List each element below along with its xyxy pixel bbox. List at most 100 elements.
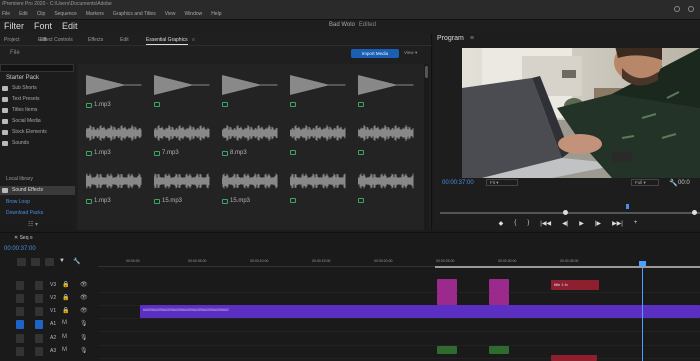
go-to-out-icon[interactable]: ▶▶| — [612, 220, 623, 227]
timeline-timecode[interactable]: 00:00:37:00 — [4, 246, 36, 252]
menu-sequence[interactable]: Sequence — [54, 11, 77, 17]
snap-icon[interactable] — [31, 258, 40, 266]
tab-effect-controls[interactable]: Effect Controls — [40, 37, 73, 43]
eye-icon[interactable]: 👁 — [80, 307, 88, 314]
wrench-icon[interactable]: 🔧 — [669, 179, 678, 187]
timeline-playhead[interactable] — [639, 261, 646, 361]
timeline-clip[interactable] — [489, 346, 509, 354]
eye-icon[interactable]: 👁 — [80, 294, 88, 301]
sound-tile[interactable]: 15.mp3 — [218, 164, 278, 208]
help-icon[interactable] — [688, 6, 694, 12]
track-target-toggle[interactable] — [35, 347, 43, 356]
sound-tile[interactable]: 15.mp3 — [150, 164, 210, 208]
library-search-input[interactable] — [0, 64, 74, 72]
mute-icon[interactable]: M — [62, 320, 67, 326]
scrub-handle[interactable] — [563, 210, 568, 215]
timeline-clip[interactable] — [551, 355, 597, 361]
timeline-clip[interactable]: title 1.fx — [551, 280, 599, 290]
sound-tile[interactable] — [354, 68, 414, 112]
quality-dropdown[interactable]: Full ▾ — [631, 179, 659, 186]
sound-tile[interactable] — [150, 68, 210, 112]
menu-clip[interactable]: Clip — [37, 11, 46, 17]
sound-tile[interactable]: 1.mp3 — [82, 164, 142, 208]
lock-icon[interactable]: 🔒 — [62, 307, 69, 314]
track-source-toggle[interactable] — [16, 334, 24, 343]
sound-tile[interactable]: 7.mp3 — [150, 116, 210, 160]
sound-tile[interactable] — [286, 164, 346, 208]
sidebar-item[interactable]: Sub Shorts — [2, 85, 37, 91]
add-marker-icon[interactable]: ◆ — [499, 220, 504, 227]
program-timecode[interactable]: 00:00:37:00 — [442, 180, 474, 186]
mark-out-icon[interactable]: } — [527, 220, 529, 226]
program-scrubber[interactable] — [440, 210, 700, 215]
mic-icon[interactable]: 🎙 — [80, 347, 88, 354]
list-view-icon[interactable]: ☷ ▾ — [28, 221, 38, 228]
scrollbar-thumb[interactable] — [425, 66, 428, 78]
sound-tile[interactable] — [286, 68, 346, 112]
tab-edit-2[interactable]: Edit — [120, 37, 129, 43]
go-to-in-icon[interactable]: |◀◀ — [540, 220, 551, 227]
menu-file[interactable]: File — [2, 11, 10, 17]
sidebar-item[interactable]: Social Media — [2, 118, 41, 124]
tab-effects[interactable]: Effects — [88, 37, 103, 43]
menu-help[interactable]: Help — [211, 11, 221, 17]
track-lane[interactable] — [98, 279, 700, 293]
track-lane[interactable] — [98, 345, 700, 359]
track-lane[interactable] — [98, 318, 700, 332]
track-source-toggle[interactable] — [16, 281, 24, 290]
tab-project[interactable]: Project — [4, 37, 20, 43]
sidebar-item[interactable]: Sounds — [2, 140, 29, 146]
track-lane[interactable] — [98, 292, 700, 306]
insert-icon[interactable] — [17, 258, 26, 266]
workspace-tab-edit[interactable]: Edit — [62, 21, 78, 31]
sound-tile[interactable]: 1.mp3 — [82, 116, 142, 160]
sound-tile[interactable]: 8.mp3 — [218, 116, 278, 160]
tab-menu-icon[interactable]: ≡ — [192, 37, 195, 43]
track-target-toggle[interactable] — [35, 294, 43, 303]
menu-graphics[interactable]: Graphics and Titles — [113, 11, 156, 17]
menu-markers[interactable]: Markers — [86, 11, 104, 17]
add-button-icon[interactable]: + — [634, 220, 638, 226]
mute-icon[interactable]: M — [62, 347, 67, 353]
sidebar-item-selected[interactable]: Sound Effects — [2, 187, 43, 193]
tab-essential-graphics[interactable]: Essential Graphics — [146, 37, 188, 45]
mini-playhead[interactable] — [626, 204, 629, 209]
step-forward-icon[interactable]: |▶ — [595, 220, 601, 227]
eye-icon[interactable]: 👁 — [80, 281, 88, 288]
sidebar-item[interactable]: Titles Items — [2, 107, 37, 113]
view-dropdown[interactable]: View ▾ — [404, 50, 417, 56]
workspace-tab-filter[interactable]: Filter — [4, 21, 24, 31]
track-target-toggle[interactable] — [35, 307, 43, 316]
grid-scrollbar[interactable] — [424, 64, 429, 230]
search-icon[interactable] — [674, 6, 680, 12]
track-target-toggle[interactable] — [35, 281, 43, 290]
sound-tile[interactable]: 1.mp3 — [82, 68, 142, 112]
sound-tile[interactable] — [218, 68, 278, 112]
play-icon[interactable]: ▶ — [579, 220, 584, 227]
timeline-clip[interactable]: ////////////////////////////////////////… — [140, 305, 700, 318]
menu-view[interactable]: View — [165, 11, 176, 17]
sound-tile[interactable] — [354, 164, 414, 208]
mic-icon[interactable]: 🎙 — [80, 320, 88, 327]
scrub-handle-end[interactable] — [692, 210, 697, 215]
menu-edit[interactable]: Edit — [19, 11, 28, 17]
track-source-toggle[interactable] — [16, 347, 24, 356]
step-back-icon[interactable]: ◀| — [562, 220, 568, 227]
mute-icon[interactable]: M — [62, 334, 67, 340]
track-target-toggle[interactable] — [35, 320, 43, 329]
mic-icon[interactable]: 🎙 — [80, 334, 88, 341]
workspace-tab-font[interactable]: Font — [34, 21, 52, 31]
program-menu-icon[interactable]: ≡ — [470, 35, 474, 42]
track-target-toggle[interactable] — [35, 334, 43, 343]
import-media-button[interactable]: Import Media — [351, 49, 399, 58]
zoom-fit-dropdown[interactable]: Fit ▾ — [486, 179, 518, 186]
lock-icon[interactable]: 🔒 — [62, 294, 69, 301]
timeline-clip[interactable] — [437, 279, 457, 293]
marker-icon[interactable]: ▼ — [59, 258, 68, 266]
menu-window[interactable]: Window — [184, 11, 202, 17]
sidebar-link[interactable]: Brow Loop — [6, 199, 30, 205]
linked-selection-icon[interactable] — [45, 258, 54, 266]
track-source-toggle[interactable] — [16, 320, 24, 329]
lock-icon[interactable]: 🔒 — [62, 281, 69, 288]
sidebar-link[interactable]: Download Packs — [6, 210, 43, 216]
